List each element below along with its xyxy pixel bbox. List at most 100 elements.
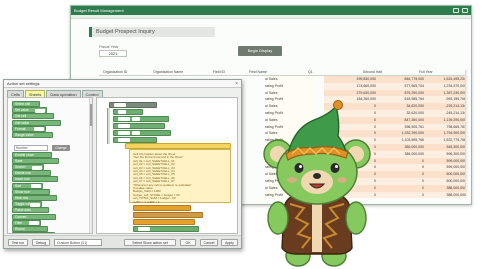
toolbar-strip	[71, 15, 471, 19]
cancel-button[interactable]: Cancel	[200, 239, 218, 246]
second-half-cell: 396,905,761	[376, 123, 424, 131]
palette-item[interactable]: Paste data	[12, 207, 49, 214]
editor-block[interactable]	[109, 102, 157, 108]
palette-item[interactable]: Get cell	[12, 113, 54, 120]
palette-item[interactable]: Round	[12, 226, 48, 232]
close-icon[interactable]: ×	[235, 81, 238, 87]
palette-item[interactable]: Show row	[12, 188, 50, 195]
editor-block[interactable]	[113, 116, 169, 122]
full-year-cell: -245,214,134	[424, 109, 467, 117]
dialog-titlebar: Action set settings ×	[4, 80, 241, 88]
second-half-cell: 847,390,000	[376, 116, 424, 124]
print-icon[interactable]	[453, 8, 459, 13]
full-year-cell: 600,000,000	[424, 171, 467, 178]
palette-item-dropdown[interactable]	[34, 127, 44, 132]
palette-item-label: Get value	[15, 120, 30, 125]
palette-item[interactable]: Sort	[12, 182, 43, 189]
palette-item[interactable]: Enable close	[12, 151, 52, 158]
palette-item[interactable]: Format	[12, 125, 46, 132]
second-half-cell: 0	[376, 191, 424, 199]
palette-item-label: Range value	[15, 133, 34, 137]
editor-block[interactable]	[133, 212, 203, 218]
palette-item-dropdown[interactable]	[32, 165, 42, 170]
full-year-cell: 388,000,000	[424, 184, 467, 192]
palette-item-dropdown[interactable]	[30, 202, 40, 207]
palette-item[interactable]: Select cell	[12, 101, 40, 107]
palette-item-label: Delete row	[15, 171, 31, 176]
test-run-button[interactable]: Test run	[8, 239, 28, 246]
palette-item[interactable]: Delete row	[12, 170, 51, 177]
col-second-half: Second Half	[363, 70, 383, 74]
window-icon[interactable]	[462, 8, 468, 13]
tab-data-operation[interactable]: Data operation	[46, 90, 81, 97]
field-name-cell: al Sales	[265, 76, 315, 83]
second-half-cell: 389,000,000	[376, 150, 424, 158]
action-palette: Select cell Set value Get cell Get value For…	[7, 97, 93, 234]
palette-item-label: Save	[15, 158, 23, 163]
palette-item-label: Hide row	[15, 196, 29, 200]
palette-change-button[interactable]: Change	[52, 145, 70, 151]
palette-item-dropdown[interactable]	[29, 221, 39, 226]
palette-item[interactable]: If	[12, 232, 55, 234]
apply-button[interactable]: Apply	[221, 239, 238, 246]
palette-item[interactable]: Range value	[12, 132, 53, 138]
debug-button[interactable]: Debug	[32, 239, 50, 246]
second-half-cell: 1,332,290,000	[376, 130, 424, 138]
palette-scroll-thumb[interactable]	[90, 104, 92, 126]
palette-item-label: If	[15, 233, 17, 234]
palette-item[interactable]: Filter	[12, 219, 41, 226]
editor-block[interactable]	[133, 219, 195, 225]
palette-item[interactable]: Convert	[12, 213, 56, 220]
palette-item[interactable]: Get value	[12, 119, 61, 126]
select-action-set-button[interactable]: Select Show action set	[124, 239, 176, 246]
button-select[interactable]: Custom Button (01)	[54, 239, 102, 246]
palette-item-label: Format	[15, 126, 26, 131]
palette-item[interactable]: Search	[12, 164, 44, 170]
palette-item[interactable]: Set value	[12, 107, 47, 114]
table-scrollbar[interactable]	[465, 70, 468, 190]
palette-item[interactable]: Insert row	[12, 176, 58, 183]
tab-bar: Cells Sheets Data operation Control	[7, 90, 238, 97]
mascot-right-arm	[345, 201, 367, 235]
ok-button[interactable]: OK	[180, 239, 196, 246]
block-bracket	[107, 108, 110, 144]
second-half-cell: 577,965,704	[376, 82, 424, 90]
palette-item-label: Paste data	[15, 208, 31, 213]
editor-block[interactable]	[113, 123, 165, 129]
second-half-cell: 879,290,000	[376, 89, 424, 97]
block-editor: Cell information about the sheet "Get the…	[96, 97, 238, 234]
fiscal-year-label: Fiscal Year	[99, 44, 119, 49]
tab-cells[interactable]: Cells	[7, 90, 24, 97]
col-field-name: Field Name	[249, 70, 267, 74]
editor-memo[interactable]: Cell information about the sheet "Get the…	[129, 149, 231, 204]
full-year-cell: 600,000,000	[424, 177, 467, 185]
palette-item[interactable]: Toggle value	[12, 201, 42, 208]
palette-item-label: Enable close	[15, 152, 34, 157]
dialog-title: Action set settings	[7, 81, 40, 86]
fiscal-year-input[interactable]: 2021	[99, 50, 127, 57]
palette-scrollbar[interactable]	[89, 98, 92, 233]
palette-item[interactable]: Save	[12, 157, 59, 164]
begin-display-button[interactable]: Begin Display	[238, 46, 282, 56]
budget-window-title: Budget Result Management	[74, 8, 124, 13]
editor-block[interactable]	[113, 130, 171, 136]
palette-item-dropdown[interactable]	[35, 108, 45, 113]
full-year-cell: 1,357,230,000	[424, 89, 467, 97]
full-year-cell: 1,794,900,000	[424, 130, 467, 138]
tab-control[interactable]: Control	[81, 90, 103, 97]
q1-cell: 299,830,000	[324, 76, 376, 83]
palette-value-input[interactable]: Number	[14, 145, 48, 151]
full-year-cell: 599,000,000	[424, 164, 467, 172]
palette-item-dropdown[interactable]	[31, 184, 41, 189]
second-half-cell: 389,000,000	[376, 143, 424, 151]
editor-block[interactable]	[133, 226, 199, 232]
editor-block[interactable]	[113, 109, 143, 115]
second-half-cell: 864,775,000	[376, 76, 424, 83]
palette-item-label: Round	[15, 227, 25, 231]
palette-item-label: Get cell	[15, 114, 27, 119]
editor-block[interactable]	[133, 205, 191, 211]
second-half-cell: 1,103,595,766	[376, 137, 424, 144]
tab-sheets[interactable]: Sheets	[24, 90, 46, 97]
mascot-left-eye	[294, 163, 304, 173]
palette-item[interactable]: Hide row	[12, 195, 57, 201]
